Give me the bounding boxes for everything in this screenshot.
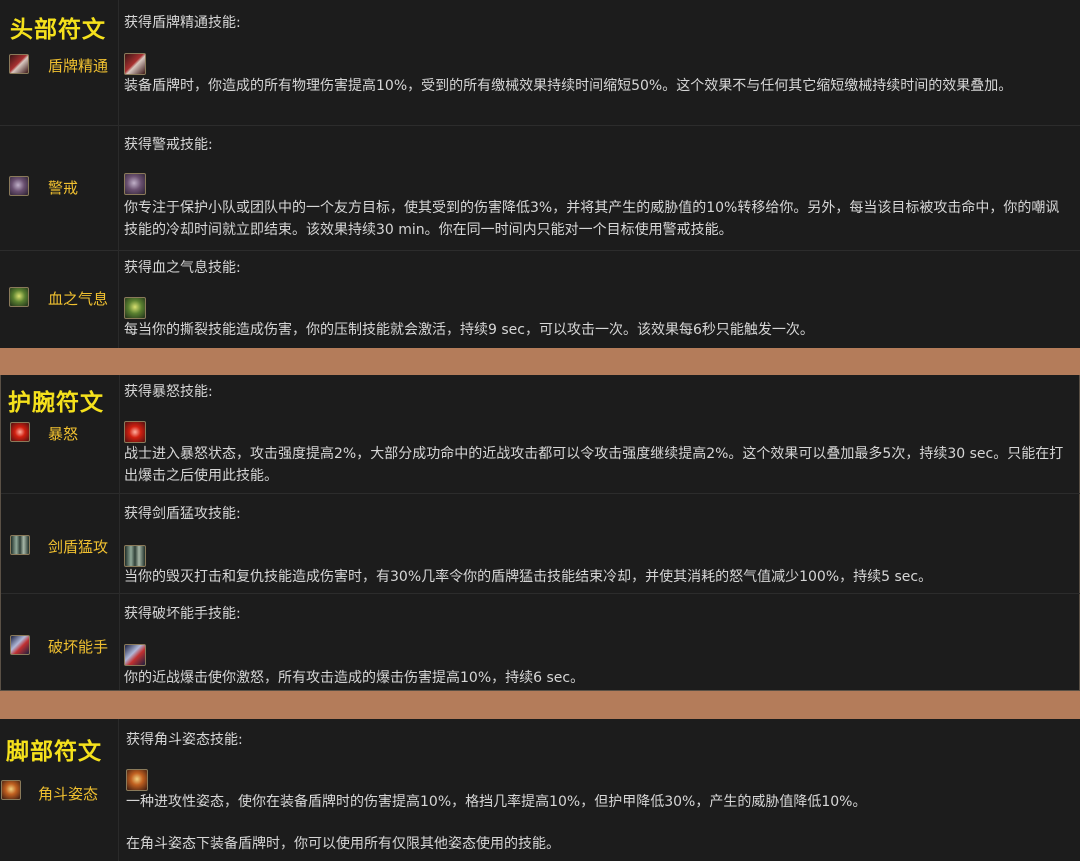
skill-desc-sword-and-board: 当你的毁灭打击和复仇技能造成伤害时，有30%几率令你的盾牌猛击技能结束冷却，并使… [124,569,933,585]
rune-row-enrage: 暴怒 获得暴怒技能: 战士进入暴怒状态，攻击强度提高2%，大部分成功命中的近战攻… [1,375,1080,494]
sword-and-board-skill-icon[interactable] [124,545,146,567]
shield-mastery-icon[interactable] [9,54,29,74]
gladiator-stance-skill-icon[interactable] [126,769,148,791]
enrage-icon[interactable] [10,422,30,442]
rune-name-gladiator-stance[interactable]: 角斗姿态 [38,783,98,804]
wrecking-crew-icon[interactable] [10,635,30,655]
skill-desc-vigilance: 你专注于保护小队或团队中的一个友方目标，使其受到的伤害降低3%，并将其产生的威胁… [124,200,1060,238]
blood-surge-skill-icon[interactable] [124,297,146,319]
rune-name-shield-mastery[interactable]: 盾牌精通 [48,55,108,76]
grant-label-blood-surge: 获得血之气息技能: [124,260,241,276]
grant-label-vigilance: 获得警戒技能: [124,137,213,153]
rune-row-vigilance: 警戒 获得警戒技能: 你专注于保护小队或团队中的一个友方目标，使其受到的伤害降低… [0,125,1080,251]
head-rune-panel: 头部符文 盾牌精通 获得盾牌精通技能: 装备盾牌时，你造成的所有物理伤害提高10… [0,0,1080,348]
rune-row-blood-surge: 血之气息 获得血之气息技能: 每当你的撕裂技能造成伤害，你的压制技能就会激活，持… [0,250,1080,348]
sword-and-board-icon[interactable] [10,535,30,555]
grant-label-gladiator-stance: 获得角斗姿态技能: [126,732,243,748]
enrage-skill-icon[interactable] [124,421,146,443]
vigilance-skill-icon[interactable] [124,173,146,195]
vigilance-icon[interactable] [9,176,29,196]
section-divider [0,348,1080,375]
rune-name-sword-and-board[interactable]: 剑盾猛攻 [48,536,108,557]
wrecking-crew-skill-icon[interactable] [124,644,146,666]
gladiator-stance-icon[interactable] [1,780,21,800]
rune-row-wrecking-crew: 破坏能手 获得破坏能手技能: 你的近战爆击使你激怒，所有攻击造成的爆击伤害提高1… [1,593,1080,690]
grant-label-enrage: 获得暴怒技能: [124,384,213,400]
skill-desc-gladiator-stance-note: 在角斗姿态下装备盾牌时，你可以使用所有仅限其他姿态使用的技能。 [126,836,560,852]
rune-name-enrage[interactable]: 暴怒 [48,423,78,444]
rune-name-wrecking-crew[interactable]: 破坏能手 [48,636,108,657]
feet-rune-panel: 脚部符文 角斗姿态 获得角斗姿态技能: 一种进攻性姿态，使你在装备盾牌时的伤害提… [0,719,1080,861]
section-divider [0,691,1080,719]
skill-desc-wrecking-crew: 你的近战爆击使你激怒，所有攻击造成的爆击伤害提高10%，持续6 sec。 [124,670,585,686]
skill-desc-enrage: 战士进入暴怒状态，攻击强度提高2%，大部分成功命中的近战攻击都可以令攻击强度继续… [124,446,1064,484]
rune-name-vigilance[interactable]: 警戒 [48,177,78,198]
rune-row-sword-and-board: 剑盾猛攻 获得剑盾猛攻技能: 当你的毁灭打击和复仇技能造成伤害时，有30%几率令… [1,493,1080,594]
shield-mastery-skill-icon[interactable] [124,53,146,75]
wrist-rune-panel: 护腕符文 暴怒 获得暴怒技能: 战士进入暴怒状态，攻击强度提高2%，大部分成功命… [0,375,1080,691]
grant-label-shield-mastery: 获得盾牌精通技能: [124,15,241,31]
skill-desc-shield-mastery: 装备盾牌时，你造成的所有物理伤害提高10%，受到的所有缴械效果持续时间缩短50%… [124,78,1013,94]
blood-surge-icon[interactable] [9,287,29,307]
grant-label-wrecking-crew: 获得破坏能手技能: [124,606,241,622]
rune-row-gladiator-stance: 角斗姿态 获得角斗姿态技能: 一种进攻性姿态，使你在装备盾牌时的伤害提高10%，… [0,719,1080,861]
grant-label-sword-and-board: 获得剑盾猛攻技能: [124,506,241,522]
rune-row-shield-mastery: 盾牌精通 获得盾牌精通技能: 装备盾牌时，你造成的所有物理伤害提高10%，受到的… [0,0,1080,126]
skill-desc-gladiator-stance: 一种进攻性姿态，使你在装备盾牌时的伤害提高10%，格挡几率提高10%，但护甲降低… [126,794,867,810]
skill-desc-blood-surge: 每当你的撕裂技能造成伤害，你的压制技能就会激活，持续9 sec，可以攻击一次。该… [124,322,814,338]
rune-name-blood-surge[interactable]: 血之气息 [48,288,108,309]
